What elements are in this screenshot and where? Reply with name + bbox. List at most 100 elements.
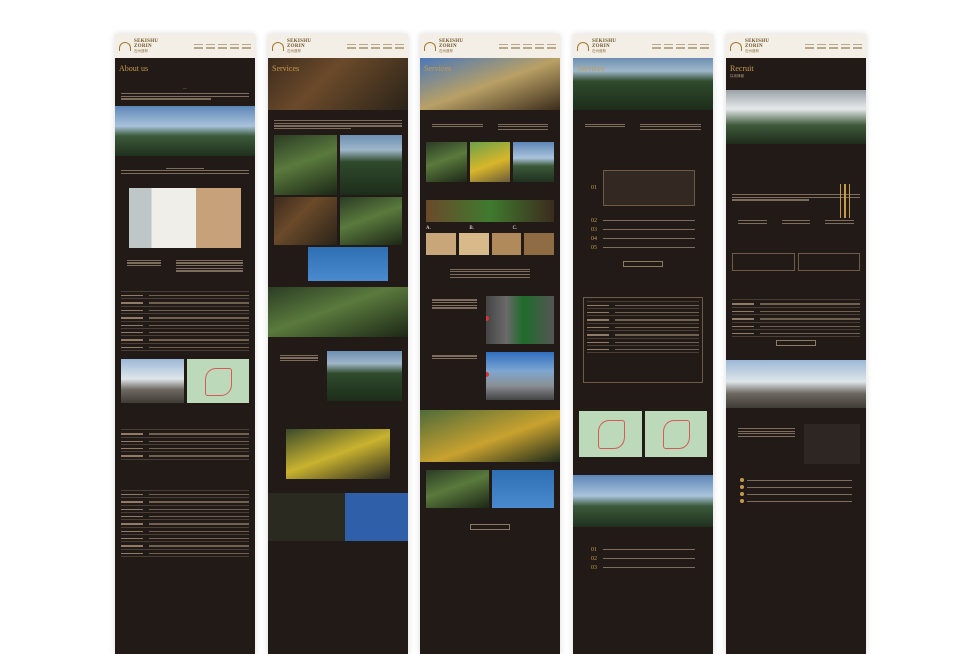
step-number: 03 — [591, 226, 597, 233]
worker-photo — [268, 287, 408, 338]
container-photo — [308, 247, 388, 282]
material-label-c: C. — [512, 225, 518, 231]
hero-forest-image — [115, 105, 255, 156]
office-photo — [121, 359, 184, 404]
feature-item — [781, 219, 811, 226]
intro-row — [426, 120, 554, 134]
page-title: About us — [119, 64, 149, 73]
material-label-a: A. — [426, 225, 431, 231]
step-row: 02 — [591, 556, 695, 562]
intro-heading — [432, 122, 483, 132]
page-recruit[interactable]: SEKISHU ZORIN 石州造林 Recruit 採用情報 — [726, 34, 866, 654]
step-number: 01 — [591, 184, 597, 191]
logo[interactable]: SEKISHU ZORIN 石州造林 — [745, 39, 769, 54]
step-row: 02 — [591, 218, 695, 224]
logo-mountain-icon — [730, 41, 742, 51]
logo-mountain-icon — [119, 41, 131, 51]
vertical-copy — [839, 184, 850, 218]
gallery-row — [274, 197, 402, 246]
location-map[interactable] — [644, 410, 707, 457]
material-photos — [426, 232, 554, 255]
page-about[interactable]: SEKISHU ZORIN 石州造林 About us ― — [115, 34, 255, 654]
more-button[interactable] — [470, 523, 510, 530]
step-number: 03 — [591, 564, 597, 571]
wood-materials-image — [426, 199, 554, 222]
step-row: 05 — [591, 245, 695, 251]
job-cards — [732, 253, 860, 272]
step-number: 01 — [591, 546, 597, 553]
logo[interactable]: SEKISHU ZORIN 石州造林 — [439, 39, 463, 54]
faq-item[interactable] — [740, 492, 852, 497]
hero-machine-image: Services — [420, 58, 560, 110]
page-title: Services — [272, 64, 300, 73]
hero-worker-image: Services — [268, 58, 408, 110]
step-row: 04 — [591, 236, 695, 242]
logo[interactable]: SEKISHU ZORIN 石州造林 — [287, 39, 311, 54]
plant-row — [426, 295, 554, 344]
intro-heading — [585, 122, 626, 132]
global-nav[interactable] — [805, 43, 862, 49]
license-table — [121, 429, 249, 460]
page-title: Services — [424, 64, 452, 73]
machine-photo — [426, 141, 467, 182]
global-nav[interactable] — [194, 43, 251, 49]
president-photo — [129, 188, 241, 249]
office-map[interactable] — [186, 359, 249, 404]
logo-mountain-icon — [272, 41, 284, 51]
material-photo — [458, 232, 489, 255]
landscape-photo — [573, 474, 713, 527]
site-header: SEKISHU ZORIN 石州造林 — [420, 34, 560, 58]
logo-text-jp: 石州造林 — [745, 48, 759, 53]
page-services-biomass[interactable]: SEKISHU ZORIN 石州造林 Services A. B. C. — [420, 34, 560, 654]
logo-text-jp: 石州造林 — [134, 48, 148, 53]
step-number: 05 — [591, 244, 597, 251]
flow-diagram — [450, 268, 530, 278]
section-text — [280, 353, 318, 399]
job-card[interactable] — [732, 253, 795, 272]
factory-text — [432, 354, 478, 398]
intro-text — [640, 122, 701, 132]
feature-item — [738, 219, 767, 226]
global-nav[interactable] — [499, 43, 556, 49]
work-photo — [339, 197, 402, 246]
location-map[interactable] — [579, 410, 642, 457]
faq-item[interactable] — [740, 478, 852, 483]
global-nav[interactable] — [652, 43, 709, 49]
page-services-forestry[interactable]: SEKISHU ZORIN 石州造林 Services — [268, 34, 408, 654]
factory-photo — [486, 351, 554, 400]
work-photo — [274, 197, 337, 246]
plant-photo — [486, 295, 554, 344]
schedule-table — [583, 296, 703, 383]
material-labels: A. B. C. — [426, 226, 554, 231]
logo[interactable]: SEKISHU ZORIN 石州造林 — [592, 39, 616, 54]
service-text — [274, 120, 402, 130]
faq-item[interactable] — [740, 499, 852, 504]
step-number: 02 — [591, 555, 597, 562]
logo[interactable]: SEKISHU ZORIN 石州造林 — [134, 39, 158, 54]
site-header: SEKISHU ZORIN 石州造林 — [268, 34, 408, 58]
access-row — [732, 424, 860, 465]
map-row — [579, 410, 707, 457]
excavator-photo — [420, 409, 560, 462]
section-row — [274, 351, 402, 402]
more-button[interactable] — [623, 260, 663, 267]
step-row: 03 — [591, 565, 695, 571]
truck-row — [426, 469, 554, 508]
global-nav[interactable] — [347, 43, 404, 49]
feature-row — [732, 217, 860, 228]
forest-photo — [326, 351, 402, 402]
material-label-b: B. — [469, 225, 474, 231]
plant-text — [432, 298, 478, 342]
step-box — [603, 169, 695, 206]
question-icon — [740, 499, 744, 504]
question-icon — [740, 478, 744, 483]
faq-item[interactable] — [740, 485, 852, 490]
step-row: 01 — [591, 169, 695, 206]
material-photo — [524, 232, 554, 255]
entry-button[interactable] — [776, 340, 816, 347]
site-header: SEKISHU ZORIN 石州造林 — [726, 34, 866, 58]
machine-photo — [513, 141, 555, 182]
page-services-list[interactable]: SEKISHU ZORIN 石州造林 Services 01 02 03 04 … — [573, 34, 713, 654]
job-card[interactable] — [797, 253, 860, 272]
site-photo — [426, 469, 489, 508]
